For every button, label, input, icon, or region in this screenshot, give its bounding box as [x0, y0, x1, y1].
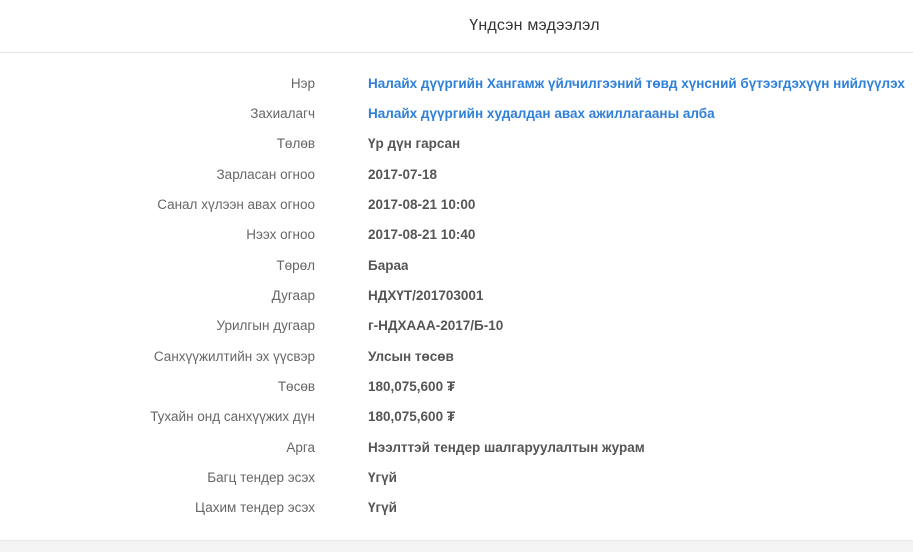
customer-link[interactable]: Налайх дүүргийн худалдан авах ажиллагаан…: [368, 106, 715, 121]
annual-funding-value: 180,075,600 ₮: [368, 409, 456, 425]
row-funding-source: Санхүүжилтийн эх үүсвэр Улсын төсөв: [0, 341, 913, 371]
row-label: Нэр: [290, 75, 315, 91]
row-label: Захиалагч: [250, 105, 315, 121]
budget-value: 180,075,600 ₮: [368, 378, 456, 394]
row-label: Төсөв: [277, 378, 315, 394]
row-status: Төлөв Үр дүн гарсан: [0, 129, 913, 159]
e-tender-value: Үгүй: [368, 500, 397, 516]
type-value: Бараа: [368, 257, 409, 273]
submission-date-value: 2017-08-21 10:00: [368, 196, 476, 212]
row-e-tender: Цахим тендер эсэх Үгүй: [0, 493, 913, 523]
row-label: Төлөв: [276, 136, 315, 152]
row-label: Арга: [286, 439, 315, 455]
method-value: Нээлттэй тендер шалгаруулалтын журам: [368, 439, 645, 455]
funding-source-value: Улсын төсөв: [368, 348, 454, 364]
number-value: НДХҮТ/201703001: [368, 287, 484, 303]
row-number: Дугаар НДХҮТ/201703001: [0, 280, 913, 310]
row-label: Санал хүлээн авах огноо: [157, 196, 315, 212]
row-customer: Захиалагч Налайх дүүргийн худалдан авах …: [0, 98, 913, 128]
row-label: Төрөл: [276, 257, 315, 273]
row-label: Цахим тендер эсэх: [194, 500, 315, 516]
row-label: Дугаар: [271, 287, 315, 303]
row-type: Төрөл Бараа: [0, 250, 913, 280]
row-annual-funding: Тухайн онд санхүүжих дүн 180,075,600 ₮: [0, 402, 913, 432]
info-rows: Нэр Налайх дүүргийн Хангамж үйлчилгээний…: [0, 68, 913, 523]
row-package-tender: Багц тендер эсэх Үгүй: [0, 462, 913, 492]
row-opening-date: Нээх огноо 2017-08-21 10:40: [0, 220, 913, 250]
status-value: Үр дүн гарсан: [368, 136, 461, 152]
row-submission-date: Санал хүлээн авах огноо 2017-08-21 10:00: [0, 189, 913, 219]
row-label: Санхүүжилтийн эх үүсвэр: [153, 348, 315, 364]
row-announced-date: Зарласан огноо 2017-07-18: [0, 159, 913, 189]
invitation-number-value: г-НДХААА-2017/Б-10: [368, 318, 504, 334]
row-label: Нээх огноо: [246, 227, 315, 243]
row-name: Нэр Налайх дүүргийн Хангамж үйлчилгээний…: [0, 68, 913, 98]
announced-date-value: 2017-07-18: [368, 166, 438, 182]
tender-name-link[interactable]: Налайх дүүргийн Хангамж үйлчилгээний төв…: [368, 76, 905, 91]
row-label: Тухайн онд санхүүжих дүн: [150, 409, 315, 425]
row-label: Урилгын дугаар: [216, 318, 315, 334]
opening-date-value: 2017-08-21 10:40: [368, 227, 476, 243]
basic-info-panel: Үндсэн мэдээлэл Нэр Налайх дүүргийн Ханг…: [0, 0, 913, 540]
row-method: Арга Нээлттэй тендер шалгаруулалтын жура…: [0, 432, 913, 462]
row-budget: Төсөв 180,075,600 ₮: [0, 371, 913, 401]
package-tender-value: Үгүй: [368, 469, 397, 485]
panel-title: Үндсэн мэдээлэл: [469, 17, 600, 34]
row-invitation-number: Урилгын дугаар г-НДХААА-2017/Б-10: [0, 311, 913, 341]
panel-header: Үндсэн мэдээлэл: [0, 0, 913, 53]
row-label: Зарласан огноо: [216, 166, 315, 182]
row-label: Багц тендер эсэх: [207, 469, 315, 485]
